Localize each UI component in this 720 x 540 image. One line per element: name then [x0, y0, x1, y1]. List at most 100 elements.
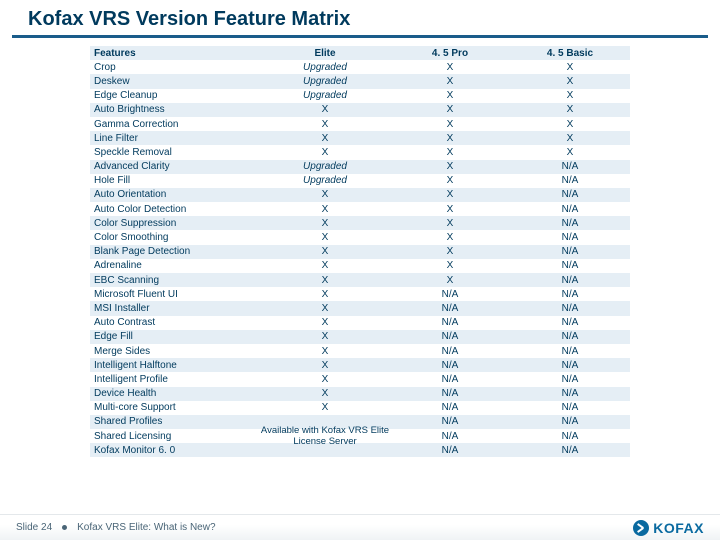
- pro-value: X: [390, 147, 510, 158]
- feature-name: Device Health: [90, 388, 260, 399]
- elite-value: Upgraded: [260, 175, 390, 186]
- basic-value: N/A: [510, 289, 630, 300]
- footer-bullet: [62, 525, 67, 530]
- footer-text: Kofax VRS Elite: What is New?: [77, 522, 215, 533]
- feature-name: Color Smoothing: [90, 232, 260, 243]
- table-row: Auto BrightnessXXX: [90, 103, 630, 117]
- basic-value: N/A: [510, 260, 630, 271]
- feature-name: Gamma Correction: [90, 119, 260, 130]
- table-row: Device HealthXN/AN/A: [90, 387, 630, 401]
- basic-value: N/A: [510, 204, 630, 215]
- feature-name: Auto Brightness: [90, 104, 260, 115]
- table-row: Intelligent ProfileXN/AN/A: [90, 372, 630, 386]
- feature-name: Advanced Clarity: [90, 161, 260, 172]
- feature-name: Merge Sides: [90, 346, 260, 357]
- column-header: Features: [90, 48, 260, 59]
- elite-value: X: [260, 360, 390, 371]
- feature-name: Blank Page Detection: [90, 246, 260, 257]
- feature-name: Edge Cleanup: [90, 90, 260, 101]
- elite-value: X: [260, 189, 390, 200]
- pro-value: X: [390, 104, 510, 115]
- table-row: Advanced ClarityUpgradedXN/A: [90, 160, 630, 174]
- elite-value: Upgraded: [260, 62, 390, 73]
- feature-name: Microsoft Fluent UI: [90, 289, 260, 300]
- basic-value: N/A: [510, 388, 630, 399]
- elite-value: X: [260, 119, 390, 130]
- basic-value: N/A: [510, 416, 630, 427]
- table-row: Color SmoothingXXN/A: [90, 230, 630, 244]
- table-row: Speckle RemovalXXX: [90, 145, 630, 159]
- pro-value: X: [390, 62, 510, 73]
- elite-value: Upgraded: [260, 76, 390, 87]
- table-row: Merge SidesXN/AN/A: [90, 344, 630, 358]
- kofax-logo-mark: [633, 520, 649, 536]
- pro-value: X: [390, 161, 510, 172]
- table-row: Line FilterXXX: [90, 131, 630, 145]
- basic-value: N/A: [510, 218, 630, 229]
- pro-value: N/A: [390, 360, 510, 371]
- feature-name: Edge Fill: [90, 331, 260, 342]
- table-row: MSI InstallerXN/AN/A: [90, 301, 630, 315]
- basic-value: X: [510, 133, 630, 144]
- title-rule: [12, 35, 708, 38]
- table-row: Hole FillUpgradedXN/A: [90, 174, 630, 188]
- pro-value: N/A: [390, 445, 510, 456]
- pro-value: N/A: [390, 289, 510, 300]
- elite-value: Upgraded: [260, 161, 390, 172]
- basic-value: X: [510, 62, 630, 73]
- pro-value: X: [390, 232, 510, 243]
- table-row: CropUpgradedXX: [90, 60, 630, 74]
- pro-value: N/A: [390, 374, 510, 385]
- elite-value: X: [260, 133, 390, 144]
- elite-value: X: [260, 218, 390, 229]
- feature-name: Crop: [90, 62, 260, 73]
- elite-value: X: [260, 346, 390, 357]
- table-header-row: FeaturesElite4. 5 Pro4. 5 Basic: [90, 46, 630, 60]
- elite-value: X: [260, 331, 390, 342]
- pro-value: N/A: [390, 388, 510, 399]
- pro-value: N/A: [390, 331, 510, 342]
- column-header: Elite: [260, 48, 390, 59]
- feature-name: Multi-core Support: [90, 402, 260, 413]
- elite-value: X: [260, 275, 390, 286]
- feature-name: EBC Scanning: [90, 275, 260, 286]
- pro-value: X: [390, 76, 510, 87]
- basic-value: N/A: [510, 175, 630, 186]
- table-row: Color SuppressionXXN/A: [90, 216, 630, 230]
- basic-value: N/A: [510, 161, 630, 172]
- basic-value: N/A: [510, 402, 630, 413]
- table-row: Edge CleanupUpgradedXX: [90, 89, 630, 103]
- kofax-logo-text: KOFAX: [653, 520, 704, 536]
- elite-value: X: [260, 289, 390, 300]
- elite-value: X: [260, 104, 390, 115]
- elite-value: X: [260, 204, 390, 215]
- table-row: Blank Page DetectionXXN/A: [90, 245, 630, 259]
- basic-value: N/A: [510, 189, 630, 200]
- basic-value: N/A: [510, 346, 630, 357]
- column-header: 4. 5 Basic: [510, 48, 630, 59]
- pro-value: X: [390, 204, 510, 215]
- elite-value: X: [260, 388, 390, 399]
- feature-name: Auto Orientation: [90, 189, 260, 200]
- pro-value: X: [390, 260, 510, 271]
- pro-value: N/A: [390, 402, 510, 413]
- slide-number: Slide 24: [16, 522, 52, 533]
- feature-name: Hole Fill: [90, 175, 260, 186]
- table-row: Shared ProfilesN/AN/A: [90, 415, 630, 429]
- basic-value: N/A: [510, 374, 630, 385]
- pro-value: X: [390, 175, 510, 186]
- slide-footer: Slide 24 Kofax VRS Elite: What is New? K…: [0, 514, 720, 540]
- pro-value: X: [390, 246, 510, 257]
- table-row: AdrenalineXXN/A: [90, 259, 630, 273]
- feature-name: Line Filter: [90, 133, 260, 144]
- basic-value: N/A: [510, 317, 630, 328]
- feature-name: Speckle Removal: [90, 147, 260, 158]
- table-row: Auto ContrastXN/AN/A: [90, 316, 630, 330]
- table-row: Microsoft Fluent UIXN/AN/A: [90, 287, 630, 301]
- basic-value: X: [510, 90, 630, 101]
- table-row: Auto Color DetectionXXN/A: [90, 202, 630, 216]
- page-title: Kofax VRS Version Feature Matrix: [0, 0, 720, 35]
- feature-name: Shared Licensing: [90, 431, 260, 442]
- feature-name: Intelligent Profile: [90, 374, 260, 385]
- table-row: Auto OrientationXXN/A: [90, 188, 630, 202]
